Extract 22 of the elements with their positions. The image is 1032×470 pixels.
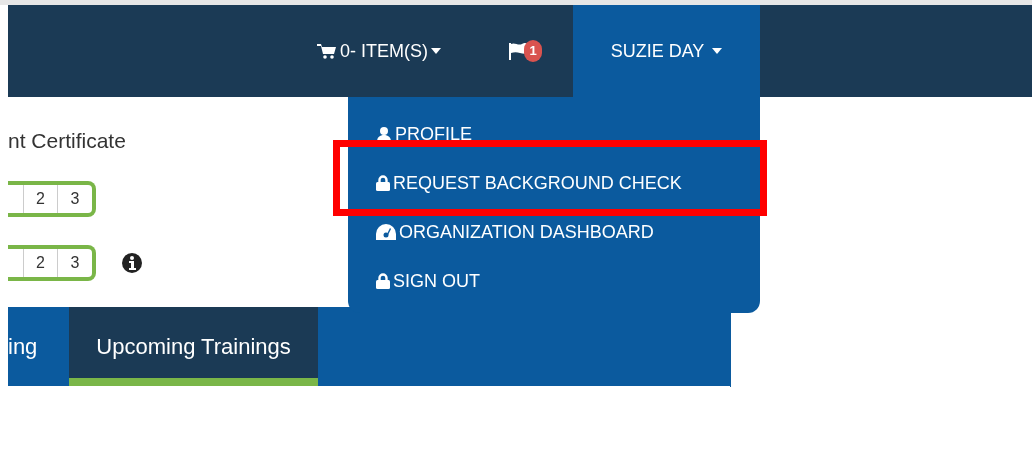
notifications-button[interactable]: 1	[498, 5, 552, 97]
dashboard-gauge-icon	[376, 224, 396, 240]
menu-item[interactable]: SIGN OUT	[376, 266, 480, 296]
menu-item[interactable]: PROFILE	[376, 119, 473, 149]
caret-icon	[712, 48, 723, 54]
info-icon[interactable]	[121, 252, 143, 274]
page-link[interactable]: 3	[58, 185, 92, 213]
menu-item[interactable]: ORGANIZATION DASHBOARD	[376, 217, 654, 247]
user-icon	[376, 126, 392, 142]
lock-icon	[376, 273, 390, 289]
page-link[interactable]: 3	[58, 249, 92, 277]
certificate-title: nt Certificate	[8, 128, 126, 154]
caret-icon	[431, 48, 441, 54]
cart-menu[interactable]: 0- ITEM(S)	[305, 5, 453, 97]
cart-icon	[317, 43, 337, 59]
page-link[interactable]: 2	[24, 185, 58, 213]
menu-item[interactable]: REQUEST BACKGROUND CHECK	[376, 168, 682, 198]
notification-badge: 1	[524, 40, 542, 62]
tab[interactable]: Upcoming Trainings	[69, 307, 318, 386]
lock-icon	[376, 175, 390, 191]
page-link[interactable]: 2	[24, 249, 58, 277]
user-menu-button[interactable]: SUZIE DAY	[573, 5, 760, 97]
